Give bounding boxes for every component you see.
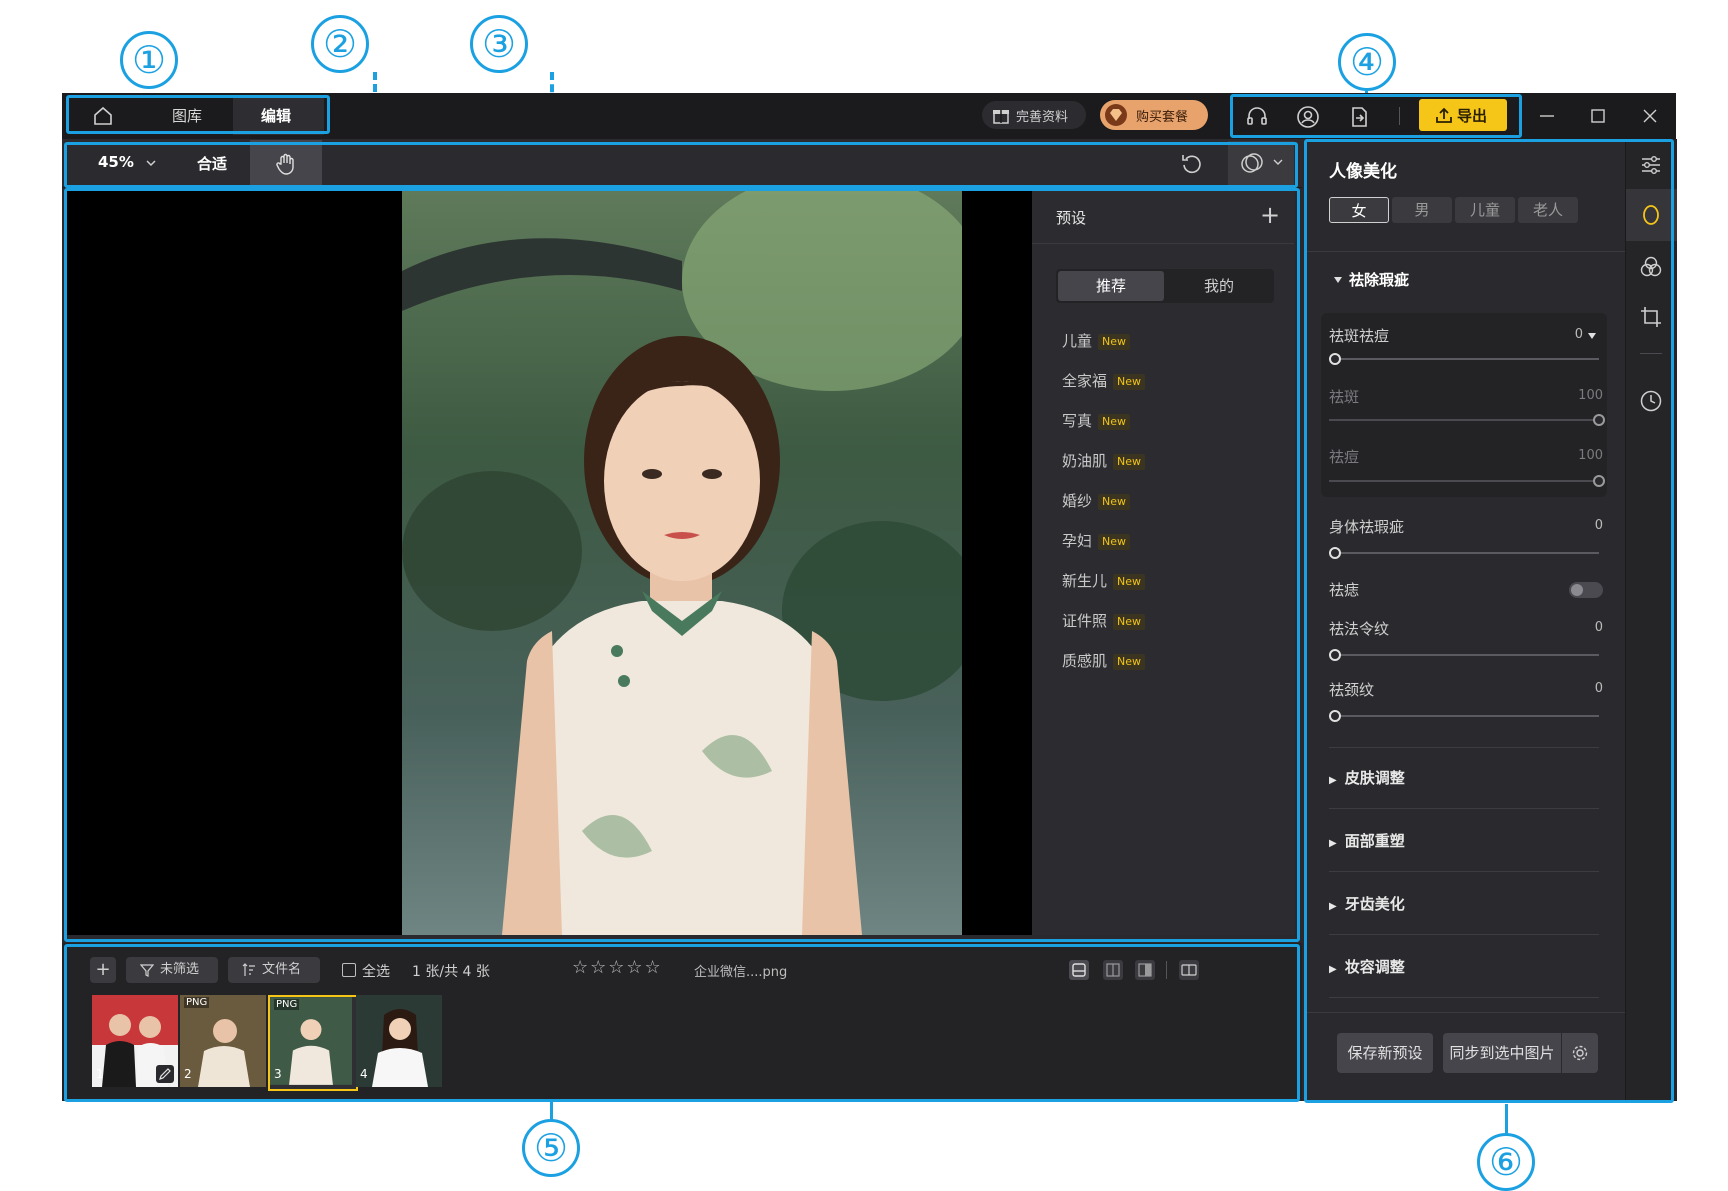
highlight-6	[1304, 139, 1674, 1103]
buy-package-label: 购买套餐	[1136, 110, 1189, 125]
callout-5: ⑤	[522, 1119, 580, 1177]
callout-5-line	[550, 1100, 553, 1120]
buy-package-button[interactable]: 购买套餐	[1100, 100, 1208, 130]
callout-2: ②	[311, 15, 369, 73]
minimize-icon[interactable]	[1538, 107, 1556, 125]
close-icon[interactable]	[1641, 107, 1659, 125]
callout-4: ④	[1338, 33, 1396, 91]
complete-profile-label: 完善资料	[1016, 110, 1069, 125]
callout-3: ③	[470, 15, 528, 73]
complete-profile-button[interactable]: 完善资料	[982, 101, 1086, 129]
gift-icon	[993, 110, 1009, 124]
highlight-2	[64, 142, 1298, 188]
diamond-icon	[1105, 104, 1127, 126]
highlight-4	[1230, 94, 1522, 138]
callout-1: ①	[120, 31, 178, 89]
highlight-5	[64, 944, 1300, 1102]
highlight-3	[64, 188, 1300, 942]
highlight-1	[66, 95, 330, 134]
callout-6-line	[1505, 1104, 1508, 1134]
maximize-icon[interactable]	[1589, 107, 1607, 125]
callout-6: ⑥	[1477, 1133, 1535, 1191]
